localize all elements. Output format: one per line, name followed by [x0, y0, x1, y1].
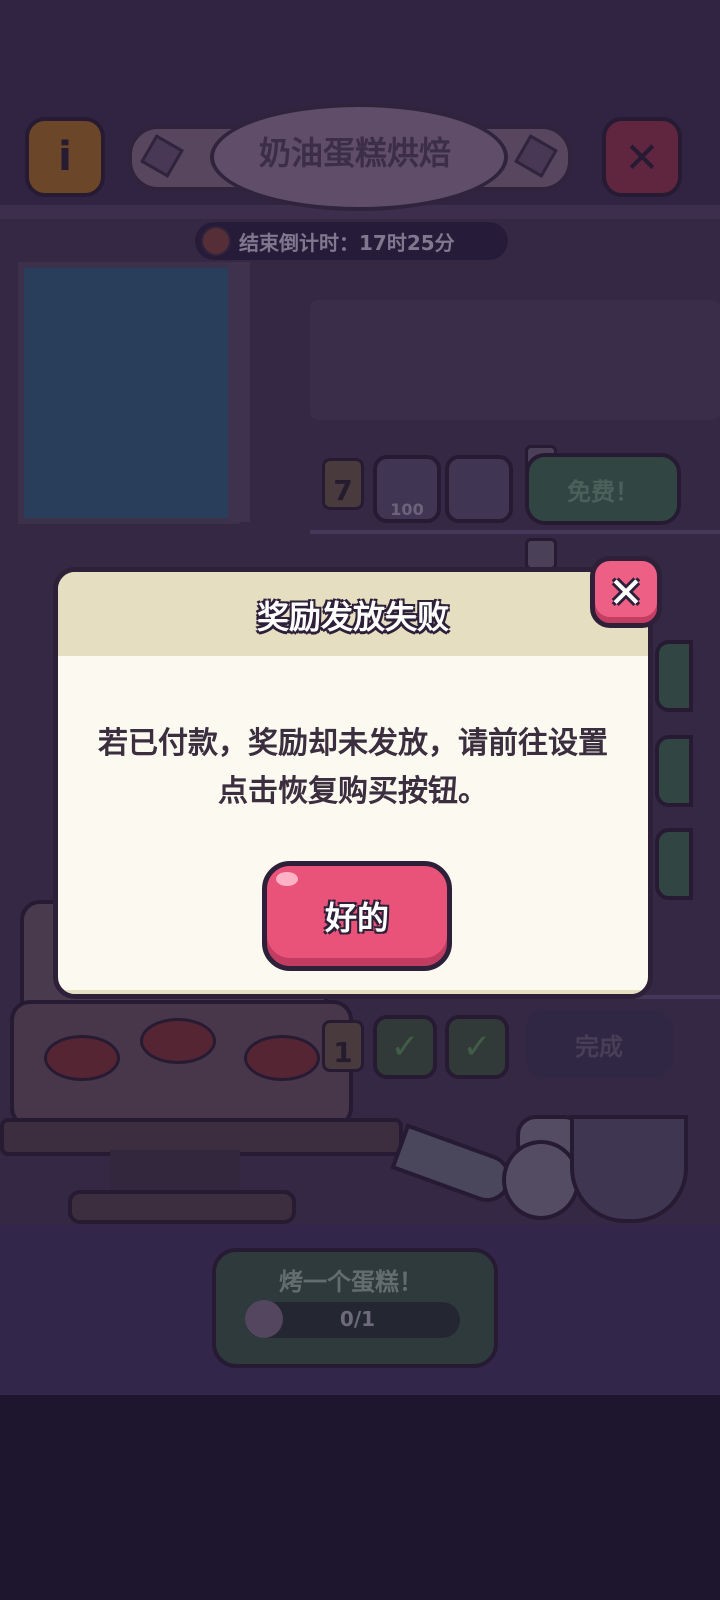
reward-failed-dialog: 奖励发放失败 若已付款，奖励却未发放，请前往设置点击恢复购买按钮。 好的	[53, 567, 653, 999]
button-shine	[276, 872, 298, 886]
dialog-footer	[58, 990, 648, 994]
close-icon: ✕	[608, 567, 644, 617]
dialog-title: 奖励发放失败	[256, 598, 449, 636]
ok-button-label: 好的	[324, 899, 389, 937]
dialog-message: 若已付款，奖励却未发放，请前往设置点击恢复购买按钮。	[98, 726, 608, 809]
dialog-close-button[interactable]: ✕	[590, 556, 662, 628]
